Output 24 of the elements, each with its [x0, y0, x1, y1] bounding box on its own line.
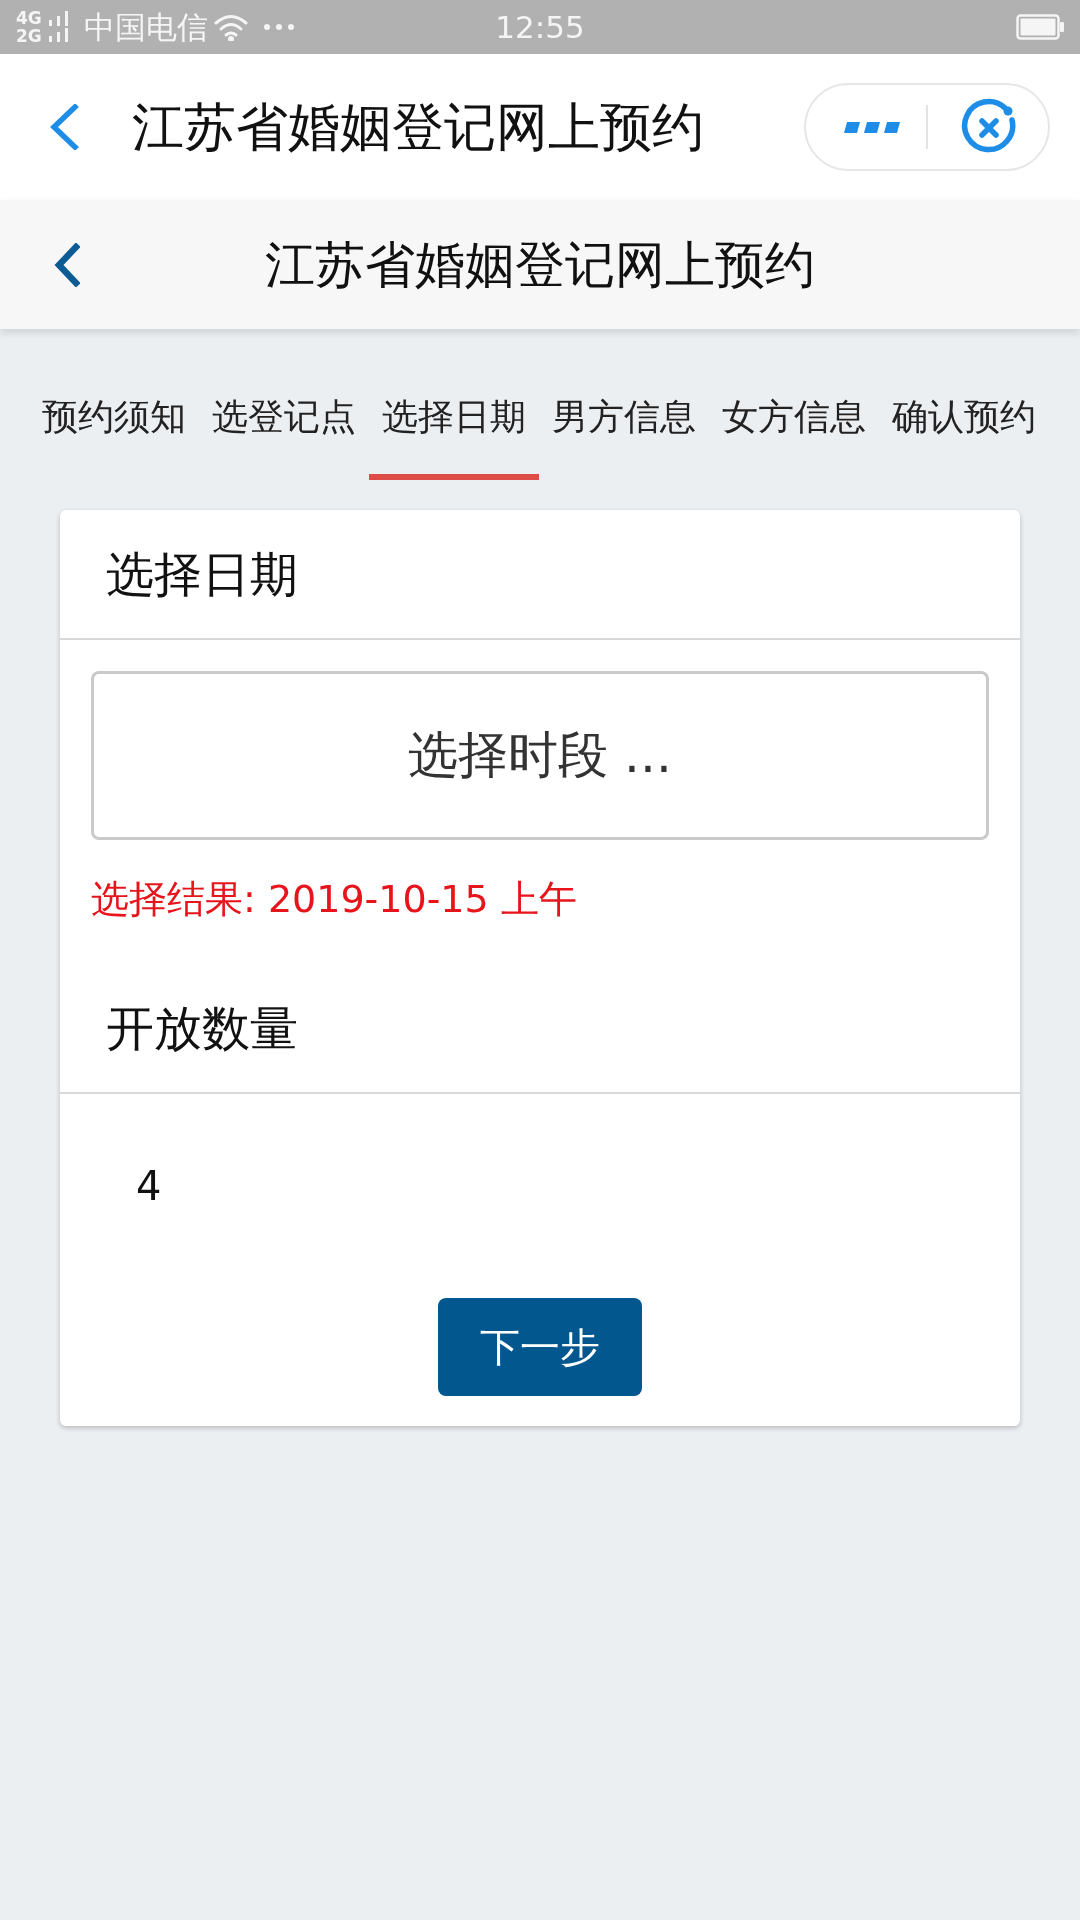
more-notifications-icon — [263, 24, 294, 30]
app-title: 江苏省婚姻登记网上预约 — [132, 96, 704, 158]
clock-time: 12:55 — [495, 8, 585, 46]
quota-value: 4 — [136, 1162, 163, 1210]
back-icon[interactable] — [54, 242, 80, 287]
step-tab[interactable]: 选择日期 — [369, 369, 539, 480]
step-tab[interactable]: 确认预约 — [879, 369, 1049, 480]
carrier-name: 中国电信 — [83, 8, 208, 46]
battery-icon — [1016, 14, 1064, 40]
network-type-label: 2G — [16, 27, 42, 45]
section-title: 选择日期 — [106, 545, 298, 603]
step-tab[interactable]: 预约须知 — [29, 369, 199, 480]
step-tab[interactable]: 女方信息 — [709, 369, 879, 480]
more-icon[interactable] — [844, 121, 900, 133]
section-title: 开放数量 — [106, 999, 298, 1057]
step-tab[interactable]: 选登记点 — [199, 369, 369, 480]
step-tab[interactable]: 男方信息 — [539, 369, 709, 480]
network-type-label: 4G — [16, 9, 42, 27]
time-slot-button[interactable]: 选择时段 ... — [91, 671, 989, 840]
wifi-icon — [213, 13, 248, 41]
page-title: 江苏省婚姻登记网上预约 — [265, 235, 815, 294]
back-icon[interactable] — [48, 104, 80, 150]
next-button[interactable]: 下一步 — [438, 1298, 642, 1396]
selection-result: 选择结果: 2019-10-15 上午 — [91, 876, 578, 922]
